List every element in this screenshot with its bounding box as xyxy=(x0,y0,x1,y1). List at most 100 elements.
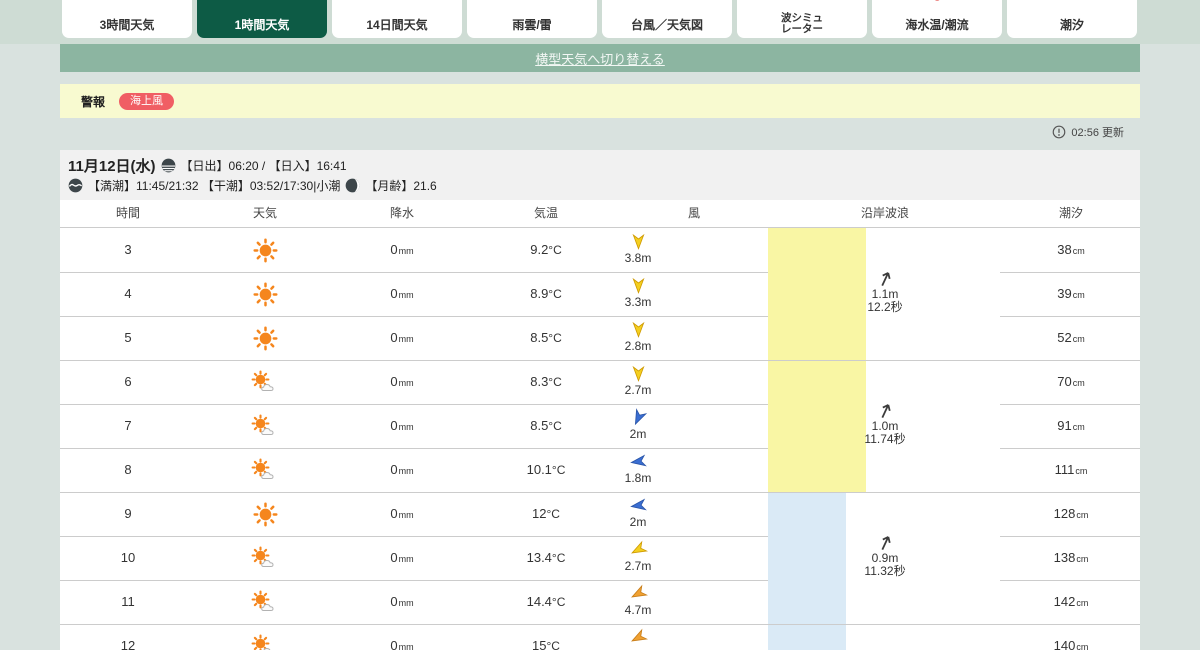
precip-cell: 0mm xyxy=(390,462,414,477)
tab-1h-weather[interactable]: 1時間天気 xyxy=(197,0,327,38)
tab-tide[interactable]: 潮汐 xyxy=(1007,0,1137,38)
precip-cell: 0mm xyxy=(390,506,414,521)
wind-cell: 2.7m xyxy=(608,365,668,397)
tab-label: 波シミュ レーター xyxy=(781,11,823,35)
wave-group-1: 1.1m 12.2秒 xyxy=(867,270,903,314)
row-divider xyxy=(60,404,768,405)
wave-height-bar xyxy=(768,360,866,492)
tide-cell: 111cm xyxy=(1054,462,1088,477)
row-divider xyxy=(60,536,768,537)
info-icon xyxy=(1052,125,1066,139)
weather-icon-sunny xyxy=(249,492,281,536)
column-header-row: 時間 天気 降水 気温 風 沿岸波浪 潮汐 xyxy=(60,200,1140,228)
wind-cell xyxy=(608,626,668,649)
wind-speed: 4.7m xyxy=(624,603,652,617)
temp-cell: 9.2°C xyxy=(530,242,562,257)
hour-cell: 3 xyxy=(124,242,132,257)
wave-height-bar xyxy=(768,492,846,624)
wave-group-3: 0.9m 11.32秒 xyxy=(864,534,906,578)
wave-height-bar xyxy=(768,624,846,650)
tab-label: 台風／天気図 xyxy=(630,18,703,33)
mountain-sun-icon xyxy=(384,0,410,2)
wave-period: 11.74秒 xyxy=(864,432,906,446)
tab-bar: 3時間天気 1時間天気 14日間天気 雨雲/雷 台風／天気図 波シミュ レーター 海水温/潮… xyxy=(0,0,1200,44)
wind-speed: 1.8m xyxy=(624,471,652,485)
hour-cell: 11 xyxy=(121,594,135,609)
mountain-sun-icon xyxy=(114,0,140,2)
weather-icon-sun-cloud xyxy=(249,580,281,624)
temp-cell: 8.5°C xyxy=(530,418,562,433)
warning-label: 警報 xyxy=(81,94,106,109)
tide-icon xyxy=(68,178,83,193)
wind-direction-icon xyxy=(628,452,647,471)
wind-direction-icon xyxy=(630,277,647,294)
col-header-4: 気温 xyxy=(533,206,559,220)
tab-label: 14日間天気 xyxy=(366,18,428,33)
tide-cell: 142cm xyxy=(1053,594,1089,609)
tab-wave-simulator[interactable]: 波シミュ レーター xyxy=(737,0,867,38)
wind-direction-icon xyxy=(627,406,650,429)
wind-speed: 2m xyxy=(629,427,647,441)
temp-cell: 15°C xyxy=(532,638,560,650)
wind-cell: 1.8m xyxy=(608,453,668,485)
precip-cell: 0mm xyxy=(390,330,414,345)
forecast-rows: 1.1m 12.2秒 1.0m 11.74秒 0.9m 11.32秒 3 0mm 9.2°C 3.… xyxy=(60,228,1140,650)
date-header: 11月12日(水) 【日出】06:20 / 【日入】16:41 【満潮】11:4… xyxy=(60,150,1140,200)
date-label: 11月12日(水) xyxy=(68,157,156,175)
wind-speed: 3.8m xyxy=(624,251,652,265)
tab-sea-temp-current[interactable]: 海水温/潮流 xyxy=(872,0,1002,38)
rain-thunder-icon xyxy=(519,0,545,2)
tide-cell: 91cm xyxy=(1057,418,1085,433)
tide-cell: 128cm xyxy=(1053,506,1089,521)
row-divider xyxy=(60,624,1140,625)
update-time: 02:56 更新 xyxy=(1052,124,1124,140)
wind-speed: 2.8m xyxy=(624,339,652,353)
hour-cell: 7 xyxy=(124,418,132,433)
wind-direction-icon xyxy=(627,626,650,649)
temp-cell: 8.9°C xyxy=(530,286,562,301)
wind-direction-icon xyxy=(627,582,650,605)
mountain-sun-icon xyxy=(249,0,275,2)
wind-speed: 2m xyxy=(629,515,647,529)
row-divider xyxy=(60,580,768,581)
row-divider xyxy=(60,360,1140,361)
weather-icon-sun-cloud xyxy=(249,624,281,650)
hour-cell: 5 xyxy=(124,330,132,345)
tab-3h-weather[interactable]: 3時間天気 xyxy=(62,0,192,38)
sea-temp-icon xyxy=(924,0,950,2)
warning-badge-sea-wind[interactable]: 海上風 xyxy=(119,92,175,110)
weather-icon-sun-cloud xyxy=(249,404,281,448)
row-divider xyxy=(60,316,768,317)
tide-cell: 140cm xyxy=(1053,638,1089,650)
col-header-7: 潮汐 xyxy=(1058,206,1084,220)
weather-icon-sunny xyxy=(249,316,281,360)
precip-cell: 0mm xyxy=(390,550,414,565)
temp-cell: 10.1°C xyxy=(526,462,566,477)
tab-label: 海水温/潮流 xyxy=(905,18,969,33)
wave-period: 11.32秒 xyxy=(864,564,906,578)
wind-cell: 2m xyxy=(608,406,668,441)
wind-direction-icon xyxy=(627,538,650,561)
precip-cell: 0mm xyxy=(390,242,414,257)
col-header-6: 沿岸波浪 xyxy=(860,206,910,220)
wind-speed: 3.3m xyxy=(624,295,652,309)
typhoon-icon xyxy=(654,0,680,2)
precip-cell: 0mm xyxy=(390,418,414,433)
tab-14d-weather[interactable]: 14日間天気 xyxy=(332,0,462,38)
wind-direction-icon xyxy=(630,365,647,382)
orientation-banner: 横型天気へ切り替える xyxy=(60,44,1140,72)
hour-cell: 6 xyxy=(124,374,132,389)
wave-sim-icon xyxy=(789,0,815,2)
row-divider xyxy=(60,272,768,273)
wind-cell: 4.7m xyxy=(608,582,668,617)
tab-typhoon-map[interactable]: 台風／天気図 xyxy=(602,0,732,38)
tab-rain-radar[interactable]: 雨雲/雷 xyxy=(467,0,597,38)
tide-cell: 52cm xyxy=(1057,330,1085,345)
tab-label: 潮汐 xyxy=(1059,18,1084,33)
wind-speed: 2.7m xyxy=(624,559,652,573)
wind-cell: 3.8m xyxy=(608,233,668,265)
hour-cell: 8 xyxy=(124,462,132,477)
switch-layout-link[interactable]: 横型天気へ切り替える xyxy=(535,49,665,68)
col-header-3: 降水 xyxy=(389,206,415,220)
tide-circle-icon xyxy=(1059,0,1085,2)
